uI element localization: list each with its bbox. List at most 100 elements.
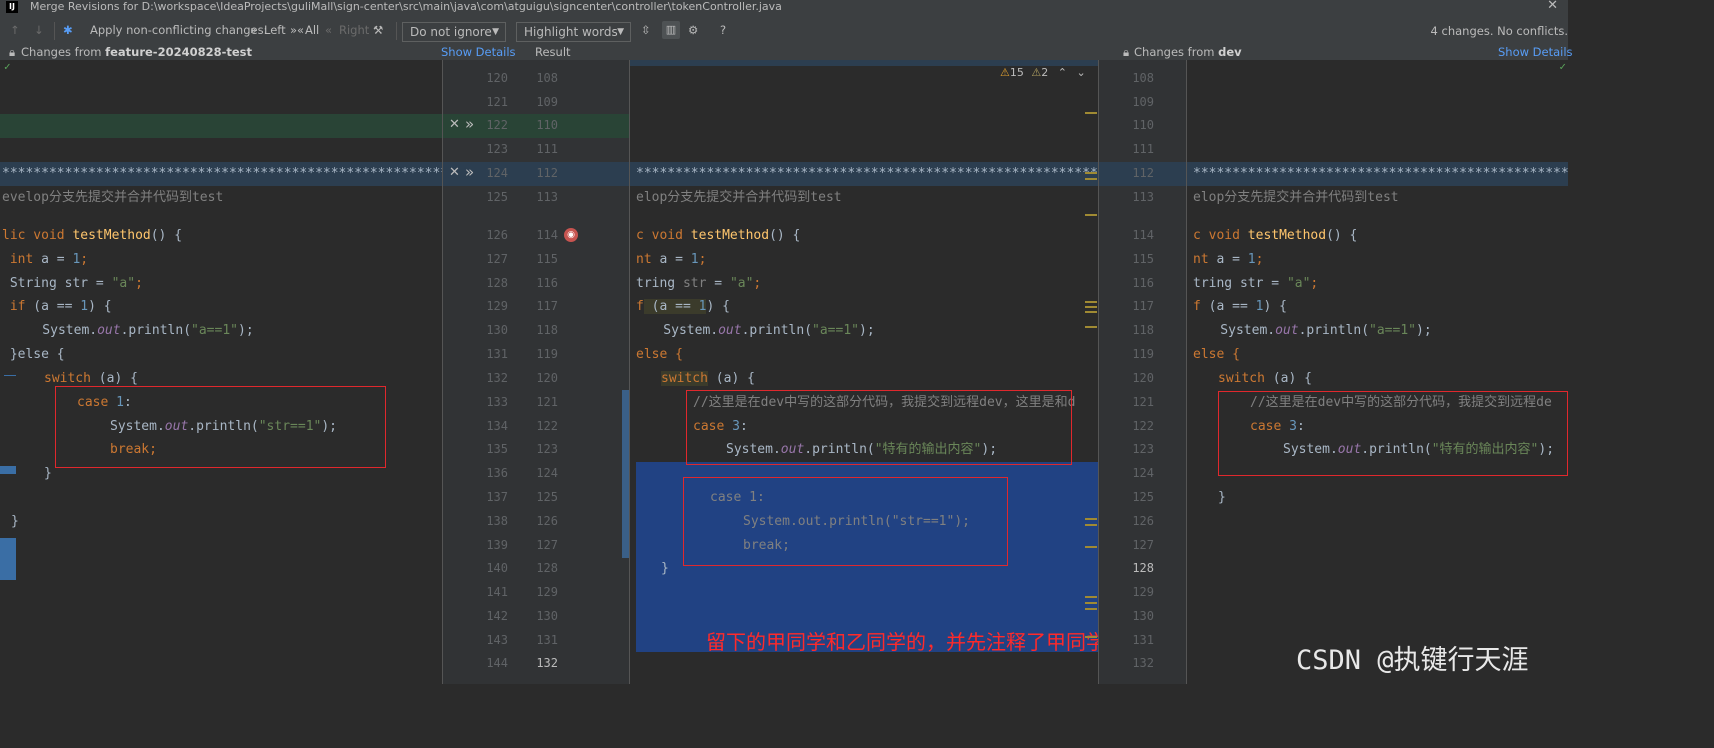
help-button[interactable]: ? [720, 14, 726, 44]
left-editor[interactable]: ✓ **************************************… [0, 60, 443, 684]
line-number: 108 [536, 71, 558, 85]
discard-x-icon[interactable]: ✕ [449, 165, 460, 180]
resolve-magic-icon[interactable]: ✱ [63, 14, 73, 44]
code-token: 1 [690, 252, 699, 267]
line-number: 110 [1132, 118, 1154, 132]
code-token: testMethod [1247, 228, 1327, 243]
code-token: ; [698, 252, 707, 267]
merge-toolbar: ↑ ↓ ✱ Apply non-conflicting changes: » L… [0, 14, 1568, 44]
accept-left-icon[interactable]: » [465, 163, 474, 181]
code-line: ****************************************… [1193, 166, 1568, 181]
code-token: nt [1193, 252, 1209, 267]
chevron-up-icon[interactable]: ⌃ [1058, 66, 1067, 79]
right-editor[interactable]: ✓ **************************************… [1187, 60, 1568, 684]
code-token: ) { [1263, 299, 1287, 314]
code-token: .println( [741, 323, 813, 338]
code-token: "a" [111, 276, 136, 291]
apply-left-button[interactable]: Left [264, 14, 286, 44]
accept-left-icon[interactable]: » [465, 115, 474, 133]
inspection-widget[interactable]: ⚠15 ⚠2 ⌃ ⌄ [1000, 66, 1086, 79]
line-number: 117 [536, 299, 558, 313]
line-number: 126 [486, 228, 508, 242]
code-line: f (a == 1) { [1193, 295, 1287, 319]
line-number: 131 [536, 633, 558, 647]
line-number: 112 [1132, 166, 1154, 180]
panel-divider [442, 60, 443, 684]
sync-scroll-toggle-icon[interactable]: ▥ [662, 21, 680, 39]
chevron-down-icon: ▼ [492, 27, 499, 37]
toolbar-separator [396, 22, 397, 40]
change-marker [0, 538, 16, 580]
line-number: 137 [486, 490, 508, 504]
settings-gear-icon[interactable]: ⚙ [688, 14, 698, 44]
line-number: 141 [486, 585, 508, 599]
line-number: 115 [536, 252, 558, 266]
apply-all-button[interactable]: All [305, 14, 319, 44]
warning-icon: ⚠ [1000, 66, 1010, 79]
line-number: 121 [486, 95, 508, 109]
code-line: String str = "a"; [2, 272, 143, 296]
whitespace-dropdown[interactable]: Do not ignore ▼ [402, 22, 506, 42]
code-line: elop分支先提交并合并代码到test [636, 190, 842, 205]
left-show-details-link[interactable]: Show Details [441, 44, 516, 60]
apply-right-button[interactable]: Right [339, 14, 369, 44]
right-panel-title: Changes from dev [1134, 44, 1242, 60]
code-token: c void [636, 228, 691, 243]
code-token: c void [1193, 228, 1248, 243]
code-token: ); [1416, 323, 1432, 338]
line-number: 120 [486, 71, 508, 85]
code-token: nt [636, 252, 652, 267]
checkmark-icon: ✓ [1559, 60, 1566, 73]
code-token: = [1263, 276, 1287, 291]
line-number: 131 [486, 347, 508, 361]
apply-left-icon[interactable]: » [250, 14, 257, 44]
checkmark-icon: ✓ [4, 60, 11, 73]
apply-right-icon[interactable]: « [325, 14, 332, 44]
code-line: elop分支先提交并合并代码到test [1193, 190, 1399, 205]
apply-all-icon[interactable]: »« [290, 14, 304, 44]
code-token: () { [150, 228, 183, 243]
line-number: 127 [1132, 538, 1154, 552]
panel-divider [629, 60, 630, 684]
code-token: }else { [2, 347, 65, 362]
next-change-icon[interactable]: ↓ [34, 14, 44, 44]
code-token: System. [632, 323, 719, 338]
line-number: 124 [536, 466, 558, 480]
magic-wand-icon[interactable]: ⚒ [373, 14, 383, 44]
code-token: "a==1" [191, 323, 238, 338]
change-marker [0, 466, 16, 474]
code-line: evelop分支先提交并合并代码到test [2, 190, 224, 205]
breakpoint-icon[interactable]: ◉ [564, 228, 578, 242]
prev-change-icon[interactable]: ↑ [10, 14, 20, 44]
line-number: 108 [1132, 71, 1154, 85]
code-token: out [1275, 323, 1299, 338]
line-number: 144 [486, 656, 508, 670]
discard-x-icon[interactable]: ✕ [449, 117, 460, 132]
code-token: System. [1189, 323, 1276, 338]
code-token: = [706, 276, 730, 291]
collapse-unchanged-icon[interactable]: ⇳ [641, 14, 651, 44]
line-number: 119 [536, 347, 558, 361]
code-token: str [682, 276, 707, 291]
changes-status: 4 changes. No conflicts. [1430, 24, 1568, 38]
whitespace-dropdown-value: Do not ignore [410, 25, 492, 39]
red-annotation-box [686, 390, 1072, 465]
line-number: 116 [1132, 276, 1154, 290]
result-scrollbar[interactable] [1085, 60, 1097, 684]
line-number: 111 [1132, 142, 1154, 156]
right-show-details-link[interactable]: Show Details [1498, 44, 1573, 60]
line-number: 117 [1132, 299, 1154, 313]
line-number: 109 [536, 95, 558, 109]
lock-icon: 🔒︎ [9, 45, 16, 59]
left-gutter: ✕ » ✕ » 120 121 122 123 124 125 126 127 128 129 13… [443, 60, 518, 684]
code-line: else { [636, 343, 683, 367]
result-editor[interactable]: ⚠15 ⚠2 ⌃ ⌄ *****************************… [630, 60, 1098, 684]
line-number: 128 [1132, 561, 1154, 575]
close-icon[interactable]: ✕ [1547, 0, 1558, 12]
code-line: else { [1193, 343, 1240, 367]
code-line: lic void testMethod() { [2, 224, 182, 248]
line-number: 133 [486, 395, 508, 409]
highlight-dropdown[interactable]: Highlight words ▼ [516, 22, 631, 42]
code-line: c void testMethod() { [636, 224, 800, 248]
code-token: switch [661, 371, 708, 386]
